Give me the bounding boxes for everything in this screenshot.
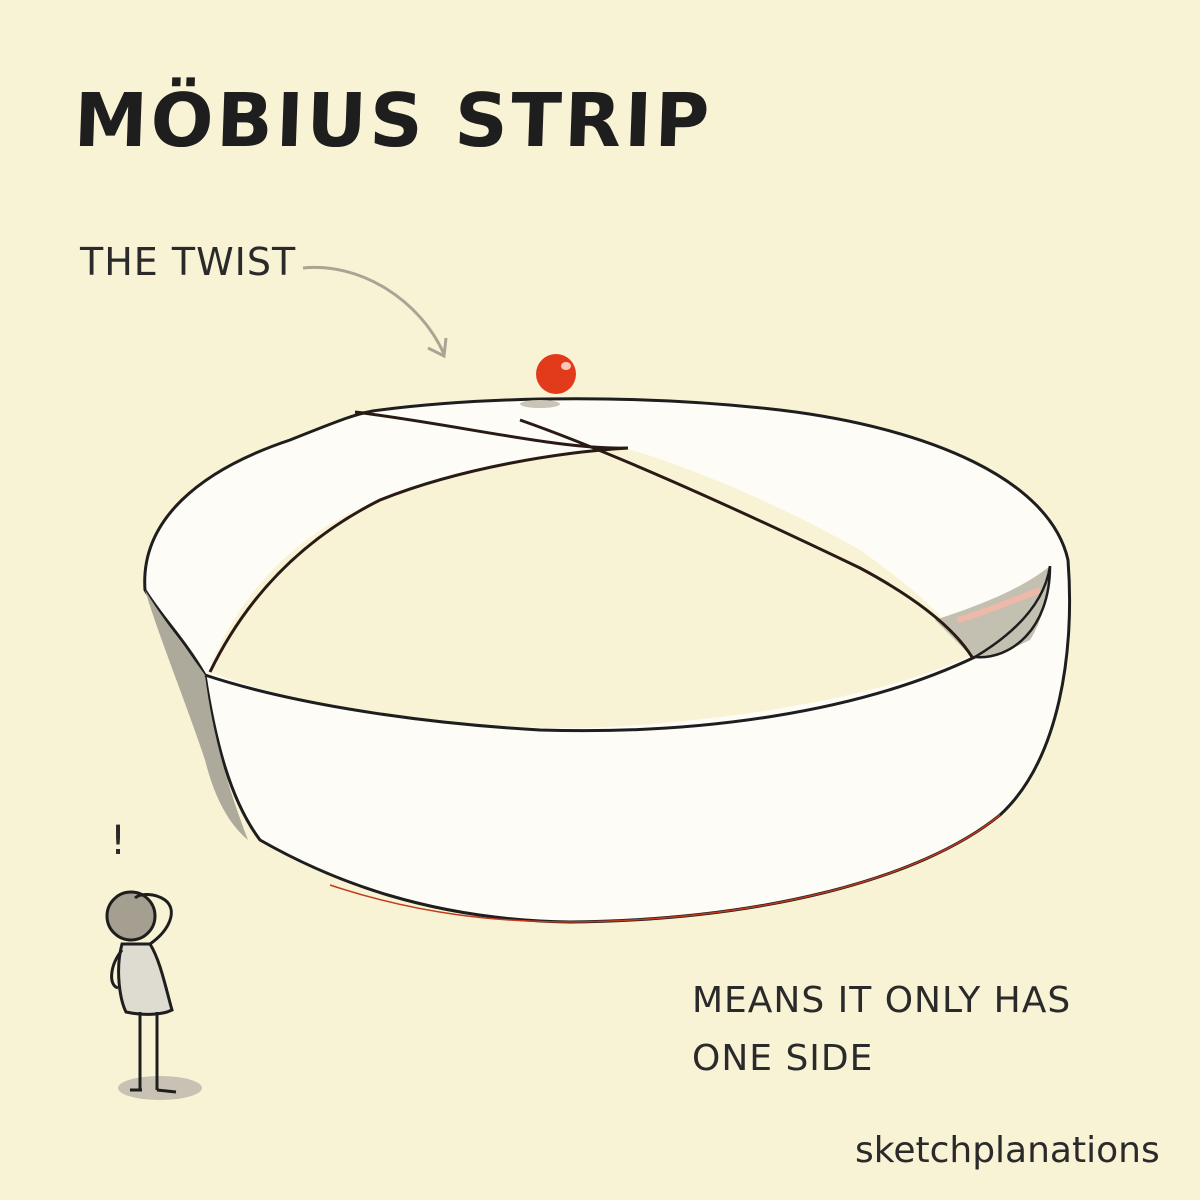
ball-shadow	[520, 400, 560, 408]
exclamation-mark: !	[110, 818, 127, 864]
caption-line-2: ONE SIDE	[692, 1038, 874, 1079]
curved-arrow-icon	[302, 265, 448, 359]
brand-signature: sketchplanations	[855, 1130, 1160, 1171]
red-ball-icon	[536, 354, 576, 394]
caption: MEANS IT ONLY HAS ONE SIDE	[692, 972, 1071, 1088]
twist-label: THE TWIST	[80, 240, 297, 284]
page-title: MÖBIUS STRIP	[72, 78, 714, 164]
caption-line-1: MEANS IT ONLY HAS	[692, 980, 1072, 1021]
person-icon	[105, 890, 202, 1100]
